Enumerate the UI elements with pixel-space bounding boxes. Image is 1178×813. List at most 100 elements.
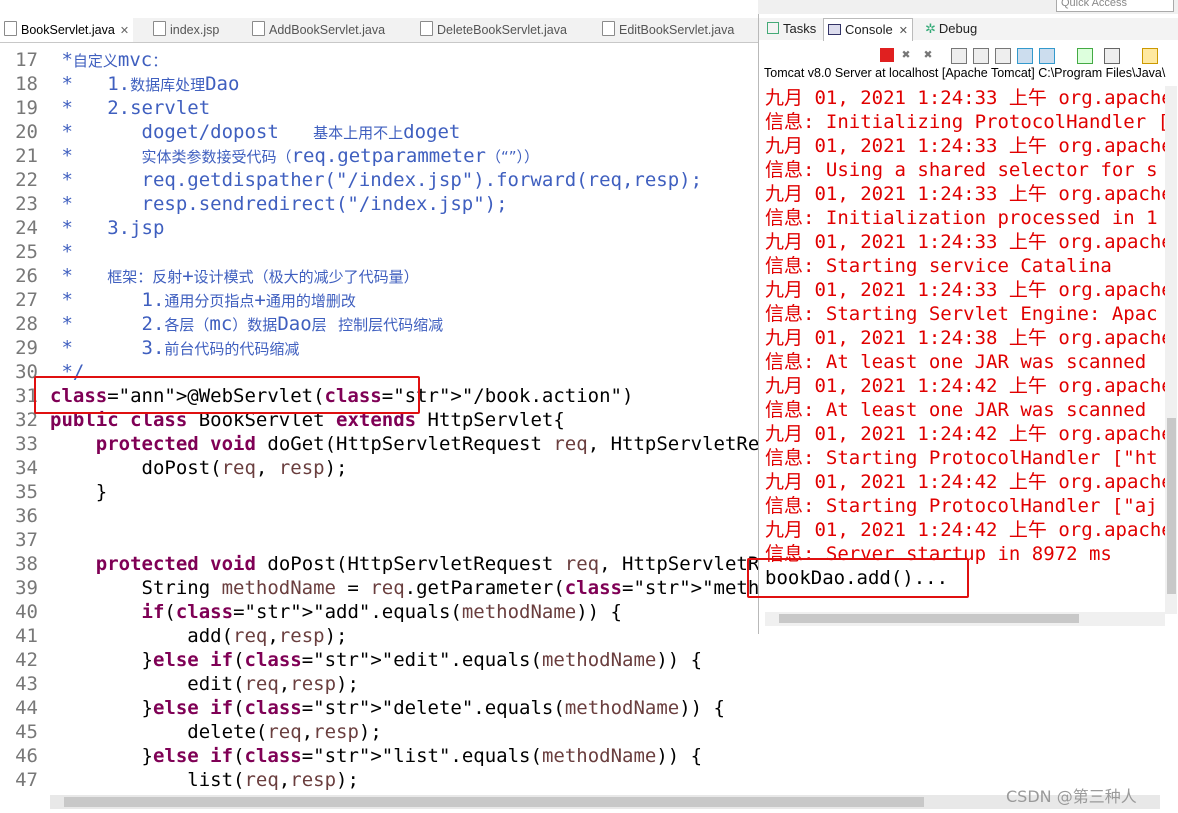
line-source: edit(req,resp);	[50, 673, 359, 695]
line-source: * 框架：反射+设计模式（极大的减少了代码量）	[50, 265, 419, 287]
console-scroll-thumb[interactable]	[1167, 418, 1176, 594]
close-icon[interactable]: ✕	[899, 25, 908, 37]
console-line: 九月 01, 2021 1:24:42 上午 org.apache	[765, 519, 1165, 541]
tab-bookservlet-java[interactable]: BookServlet.java ✕	[0, 18, 134, 42]
code-line[interactable]: 46 }else if(class="str">"list".equals(me…	[0, 744, 758, 768]
scroll-lock-icon[interactable]	[973, 48, 989, 64]
code-area[interactable]: 17 *自定义mvc： 18 * 1.数据库处理Dao 19 * 2.servlet…	[0, 48, 758, 792]
code-line[interactable]: 35 }	[0, 480, 758, 504]
watermark: CSDN @第三种人	[1006, 787, 1137, 806]
line-number: 21	[15, 145, 38, 167]
console-output[interactable]: 九月 01, 2021 1:24:33 上午 org.apache 信息: Ini…	[765, 86, 1165, 590]
line-number: 42	[15, 649, 38, 671]
line-source: doPost(req, resp);	[50, 457, 348, 479]
display-console-icon[interactable]	[1104, 48, 1120, 64]
code-line[interactable]: 20 * doget/dopost 基本上用不上doget	[0, 120, 758, 144]
line-number: 24	[15, 217, 38, 239]
java-file-icon	[420, 21, 433, 36]
terminate-icon[interactable]	[880, 48, 894, 62]
console-line: 信息: Initializing ProtocolHandler [	[765, 111, 1165, 133]
code-line[interactable]: 22 * req.getdispather("/index.jsp").forw…	[0, 168, 758, 192]
code-line[interactable]: 25 *	[0, 240, 758, 264]
code-line[interactable]: 40 if(class="str">"add".equals(methodNam…	[0, 600, 758, 624]
line-source: list(req,resp);	[50, 769, 359, 791]
code-line[interactable]: 19 * 2.servlet	[0, 96, 758, 120]
line-number: 47	[15, 769, 38, 791]
console-line: 九月 01, 2021 1:24:33 上午 org.apache	[765, 279, 1165, 301]
line-number: 41	[15, 625, 38, 647]
word-wrap-icon[interactable]	[995, 48, 1011, 64]
tab-addbookservlet-java[interactable]: AddBookServlet.java	[252, 18, 385, 42]
code-line[interactable]: 39 String methodName = req.getParameter(…	[0, 576, 758, 600]
line-source: *	[50, 241, 73, 263]
java-file-icon	[252, 21, 265, 36]
remove-all-icon[interactable]: ✖	[924, 48, 938, 62]
line-number: 33	[15, 433, 38, 455]
console-line: 九月 01, 2021 1:24:33 上午 org.apache	[765, 135, 1165, 157]
code-line[interactable]: 17 *自定义mvc：	[0, 48, 758, 72]
console-hscroll-thumb[interactable]	[779, 614, 1079, 623]
tab-console[interactable]: Console ✕	[823, 18, 913, 41]
line-number: 46	[15, 745, 38, 767]
code-line[interactable]: 18 * 1.数据库处理Dao	[0, 72, 758, 96]
open-console-icon[interactable]	[1142, 48, 1158, 64]
code-line[interactable]: 28 * 2.各层（mc）数据Dao层 控制层代码缩减	[0, 312, 758, 336]
line-source: * 1.通用分页指点+通用的增删改	[50, 289, 356, 311]
editor-scroll-thumb[interactable]	[64, 797, 924, 807]
debug-icon: ✲	[925, 21, 936, 36]
code-line[interactable]: 33 protected void doGet(HttpServletReque…	[0, 432, 758, 456]
code-line[interactable]: 42 }else if(class="str">"edit".equals(me…	[0, 648, 758, 672]
tab-debug[interactable]: ✲ Debug	[925, 18, 977, 40]
console-line: 信息: Starting ProtocolHandler ["aj	[765, 495, 1158, 517]
code-line[interactable]: 44 }else if(class="str">"delete".equals(…	[0, 696, 758, 720]
line-number: 23	[15, 193, 38, 215]
java-file-icon	[602, 21, 615, 36]
code-line[interactable]: 47 list(req,resp);	[0, 768, 758, 792]
line-number: 35	[15, 481, 38, 503]
line-number: 20	[15, 121, 38, 143]
code-line[interactable]: 38 protected void doPost(HttpServletRequ…	[0, 552, 758, 576]
tab-editbookservlet-java[interactable]: EditBookServlet.java	[602, 18, 734, 42]
clear-console-icon[interactable]	[951, 48, 967, 64]
line-number: 26	[15, 265, 38, 287]
code-line[interactable]: 29 * 3.前台代码的代码缩减	[0, 336, 758, 360]
tab-tasks[interactable]: Tasks	[767, 18, 816, 40]
console-line: 九月 01, 2021 1:24:33 上午 org.apache	[765, 87, 1165, 109]
code-line[interactable]: 23 * resp.sendredirect("/index.jsp");	[0, 192, 758, 216]
line-number: 30	[15, 361, 38, 383]
code-line[interactable]: 45 delete(req,resp);	[0, 720, 758, 744]
pin-console-icon[interactable]	[1077, 48, 1093, 64]
line-source: protected void doPost(HttpServletRequest…	[95, 553, 758, 575]
code-line[interactable]: 34 doPost(req, resp);	[0, 456, 758, 480]
code-line[interactable]: 24 * 3.jsp	[0, 216, 758, 240]
line-source: delete(req,resp);	[50, 721, 382, 743]
console-description: Tomcat v8.0 Server at localhost [Apache …	[764, 66, 1166, 80]
console-line: 九月 01, 2021 1:24:33 上午 org.apache	[765, 183, 1165, 205]
remove-launch-icon[interactable]: ✖	[902, 48, 916, 62]
line-number: 43	[15, 673, 38, 695]
tab-index-jsp[interactable]: index.jsp	[153, 18, 219, 42]
line-number: 37	[15, 529, 38, 551]
line-source: String methodName = req.getParameter(cla…	[50, 577, 759, 599]
quick-access-field[interactable]: Quick Access	[1056, 0, 1174, 12]
line-source: * 2.servlet	[50, 97, 211, 119]
code-line[interactable]: 27 * 1.通用分页指点+通用的增删改	[0, 288, 758, 312]
console-line: 信息: Starting Servlet Engine: Apac	[765, 303, 1158, 325]
code-line[interactable]: 36	[0, 504, 758, 528]
code-line[interactable]: 43 edit(req,resp);	[0, 672, 758, 696]
line-source: * doget/dopost 基本上用不上doget	[50, 121, 461, 143]
show-on-stderr-icon[interactable]	[1039, 48, 1055, 64]
tab-label: index.jsp	[170, 23, 220, 37]
line-source: }else if(class="str">"delete".equals(met…	[50, 697, 725, 719]
tab-deletebookservlet-java[interactable]: DeleteBookServlet.java	[420, 18, 567, 42]
code-line[interactable]: 37	[0, 528, 758, 552]
code-line[interactable]: 26 * 框架：反射+设计模式（极大的减少了代码量）	[0, 264, 758, 288]
code-line[interactable]: 41 add(req,resp);	[0, 624, 758, 648]
console-line: 信息: At least one JAR was scanned	[765, 351, 1147, 373]
jsp-file-icon	[153, 21, 166, 36]
tab-label: DeleteBookServlet.java	[437, 23, 567, 37]
show-on-stdout-icon[interactable]	[1017, 48, 1033, 64]
code-line[interactable]: 21 * 实体类参数接受代码（req.getparammeter（“”））	[0, 144, 758, 168]
close-icon[interactable]: ✕	[120, 25, 129, 37]
console-view[interactable]: Tasks Console ✕ ✲ Debug ✖ ✖ Tomcat v8.0 Se…	[758, 14, 1178, 634]
